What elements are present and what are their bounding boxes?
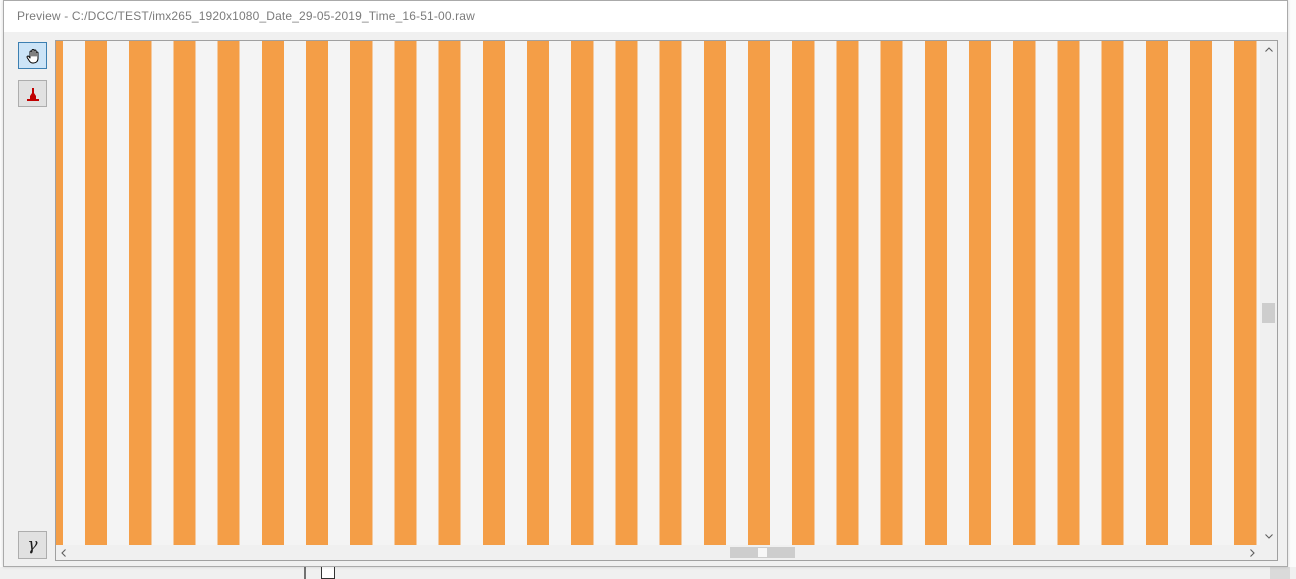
gamma-label: γ [27,535,38,555]
preview-image[interactable] [56,41,1260,545]
chevron-left-icon [61,548,66,557]
window-title: Preview - C:/DCC/TEST/imx265_1920x1080_D… [17,9,475,23]
horizontal-scrollbar[interactable] [56,545,1260,560]
title-bar[interactable]: Preview - C:/DCC/TEST/imx265_1920x1080_D… [4,1,1287,32]
scroll-up-button[interactable] [1260,41,1277,58]
histogram-icon [25,86,41,102]
scroll-down-button[interactable] [1260,528,1277,545]
chevron-down-icon [1264,534,1273,539]
background-app-scrollbar [1270,567,1290,579]
scroll-thumb-grip [758,548,767,557]
scrollbar-corner [1260,545,1277,560]
gamma-button[interactable]: γ [18,531,47,559]
background-app-checkbox[interactable] [321,566,335,579]
background-app-divider [304,567,306,579]
scroll-right-button[interactable] [1245,545,1260,560]
preview-viewport [55,40,1278,561]
scroll-left-button[interactable] [56,545,71,560]
hand-icon [24,47,42,65]
vertical-scroll-thumb[interactable] [1262,303,1275,323]
vertical-scrollbar[interactable] [1260,41,1277,545]
preview-window: Preview - C:/DCC/TEST/imx265_1920x1080_D… [3,0,1288,567]
pan-tool-button[interactable] [18,42,47,69]
histogram-tool-button[interactable] [18,80,47,107]
horizontal-scroll-thumb[interactable] [730,547,795,558]
chevron-right-icon [1250,548,1255,557]
chevron-up-icon [1264,47,1273,52]
